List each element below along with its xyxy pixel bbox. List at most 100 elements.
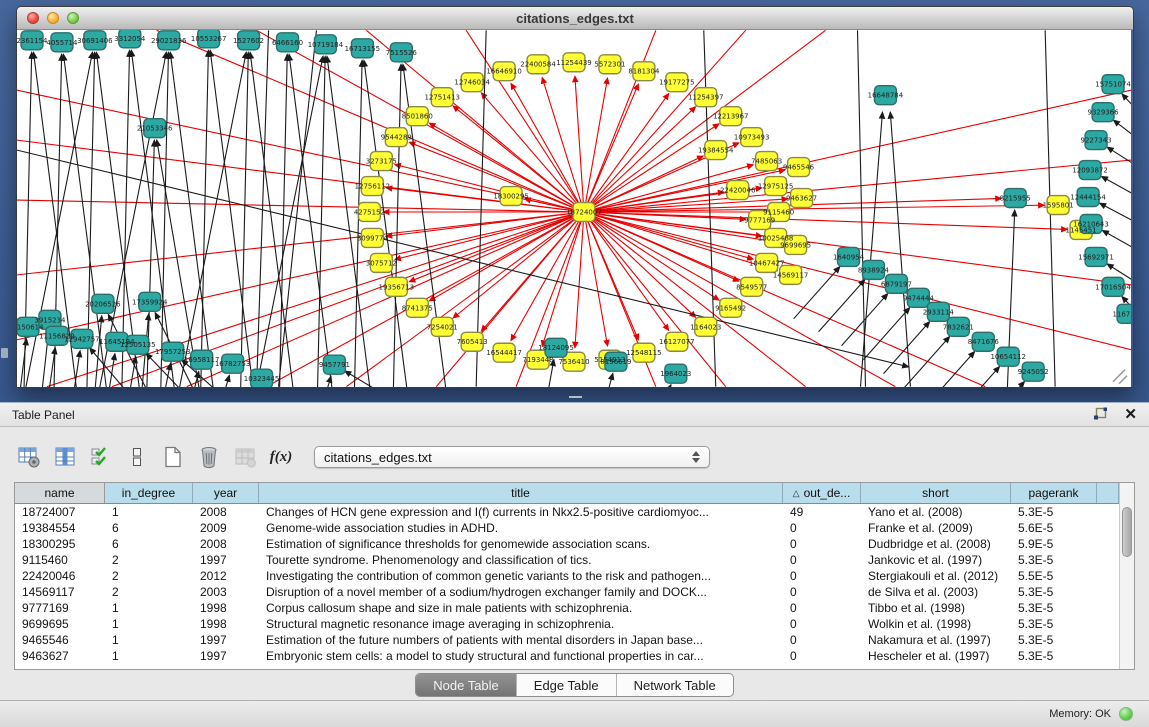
table-cell: Corpus callosum shape and size in male p… [259,601,783,615]
column-header-out_de[interactable]: △out_de... [783,483,861,503]
table-cell: 1 [105,633,193,647]
window-titlebar[interactable]: citations_edges.txt [17,7,1133,30]
tab-node-table[interactable]: Node Table [416,674,516,696]
graph-node-label: 6879197 [881,280,912,288]
graph-node-label: 15692971 [1078,253,1113,261]
zoom-window-icon[interactable] [67,12,79,24]
graph-node-label: 10467427 [749,259,784,267]
table-row[interactable]: 946362711997Embryonic stem cells: a mode… [15,648,1119,664]
table-cell: 5.3E-5 [1011,601,1097,615]
table-cell: de Silva et al. (2003) [861,585,1011,599]
table-row[interactable]: 2242004622012Investigating the contribut… [15,568,1119,584]
graph-node-label: 9165492 [715,304,746,312]
graph-node-label: 10654112 [990,353,1025,361]
graph-node-label: 1964023 [660,370,691,378]
graph-node-label: 17359924 [132,298,168,306]
create-column-icon[interactable] [160,444,186,470]
table-row[interactable]: 1938455462009Genome-wide association stu… [15,520,1119,536]
graph-node-label: 9115460 [763,208,794,216]
table-cell: 1 [105,649,193,663]
graph-node-label: 9699695 [780,241,811,249]
table-panel-titlebar: Table Panel ✕ [0,402,1149,427]
table-cell: 2003 [193,585,259,599]
close-panel-icon[interactable]: ✕ [1124,407,1137,422]
float-window-icon[interactable] [1093,407,1108,422]
column-header-year[interactable]: year [193,483,259,503]
column-header-short[interactable]: short [861,483,1011,503]
table-scrollbar[interactable] [1119,483,1134,669]
table-cell: Tourette syndrome. Phenomenology and cla… [259,553,783,567]
table-row[interactable]: 1830029562008Estimation of significance … [15,536,1119,552]
table-body: 1872400712008Changes of HCN gene express… [15,504,1134,664]
graph-node-label: 8501860 [402,113,433,121]
graph-node-label: 18724007 [566,208,601,216]
table-cell: 5.3E-5 [1011,585,1097,599]
graph-node-label: 16646910 [486,68,521,76]
table-row[interactable]: 1872400712008Changes of HCN gene express… [15,504,1119,520]
network-window: citations_edges.txt 18724007 9115460 12975… [16,6,1134,388]
close-window-icon[interactable] [27,12,39,24]
graph-node-label: 7605413 [457,338,488,346]
graph-node-label: 6466160 [272,39,303,47]
column-header-label: short [922,486,949,500]
table-row[interactable]: 977716911998Corpus callosum shape and si… [15,600,1119,616]
function-builder-icon[interactable]: f(x) [268,444,294,470]
graph-node-label: 14569117 [773,271,808,279]
table-selector-dropdown[interactable]: citations_edges.txt [314,446,710,468]
table-selector-value: citations_edges.txt [324,450,432,465]
table-row[interactable]: 946554611997Estimation of the future num… [15,632,1119,648]
table-cell: 49 [783,505,861,519]
table-toolbar: f(x) citations_edges.txt [16,440,710,474]
graph-node-label: 7536410 [558,358,589,366]
table-mode-icon[interactable] [16,444,42,470]
table-cell: 2012 [193,569,259,583]
memory-status-icon [1119,707,1133,721]
graph-node-label: 10323445 [244,375,279,383]
table-tabs-row: Node TableEdge TableNetwork Table [0,673,1149,697]
table-cell: 0 [783,569,861,583]
canvas-resize-grip [1113,370,1127,384]
table-scrollbar-thumb[interactable] [1122,507,1132,557]
tab-edge-table[interactable]: Edge Table [516,674,616,696]
graph-node-label: 1640954 [833,253,865,261]
column-header-name[interactable]: name [15,483,105,503]
network-canvas[interactable]: 1872400791154601297512574850631097349312… [17,30,1131,387]
tab-network-table[interactable]: Network Table [616,674,733,696]
delete-column-icon[interactable] [196,444,222,470]
row-icon[interactable] [124,444,150,470]
table-cell: 2008 [193,505,259,519]
table-panel: Table Panel ✕ f(x) [0,402,1149,727]
table-type-tabs: Node TableEdge TableNetwork Table [415,673,734,697]
graph-node-label: 12975125 [758,183,793,191]
graph-node-label: 9474444 [903,294,935,302]
table-cell: Tibbo et al. (1998) [861,601,1011,615]
graph-node-label: 9457791 [319,361,350,369]
table-cell: 9777169 [15,601,105,615]
graph-node-label: 1164023 [690,323,721,331]
graph-node-label: 3150614 [17,323,44,331]
table-cell: 5.3E-5 [1011,617,1097,631]
table-row[interactable]: 969969511998Structural magnetic resonanc… [15,616,1119,632]
status-bar: Memory: OK [0,700,1149,727]
table-cell: Disruption of a novel member of a sodium… [259,585,783,599]
table-cell: Investigating the contribution of common… [259,569,783,583]
column-header-pagerank[interactable]: pagerank [1011,483,1097,503]
column-header-title[interactable]: title [259,483,783,503]
select-columns-icon[interactable] [88,444,114,470]
graph-node-label: 7515526 [386,49,417,57]
show-hide-columns-icon[interactable] [52,444,78,470]
minimize-window-icon[interactable] [47,12,59,24]
table-cell: 9463627 [15,649,105,663]
column-header-label: pagerank [1028,486,1078,500]
table-row[interactable]: 1456911722003Disruption of a novel membe… [15,584,1119,600]
table-cell: 0 [783,553,861,567]
graph-node-label: 7254021 [427,323,458,331]
table-row[interactable]: 911546021997Tourette syndrome. Phenomeno… [15,552,1119,568]
graph-node-label: 12505135 [120,341,155,349]
table-cell: Nakamura et al. (1997) [861,633,1011,647]
graph-node-label: 16648784 [868,92,904,100]
import-table-icon[interactable] [232,444,258,470]
table-cell: 9115460 [15,553,105,567]
column-header-in_degree[interactable]: in_degree [105,483,193,503]
graph-node-label: 8196619 [600,358,631,366]
